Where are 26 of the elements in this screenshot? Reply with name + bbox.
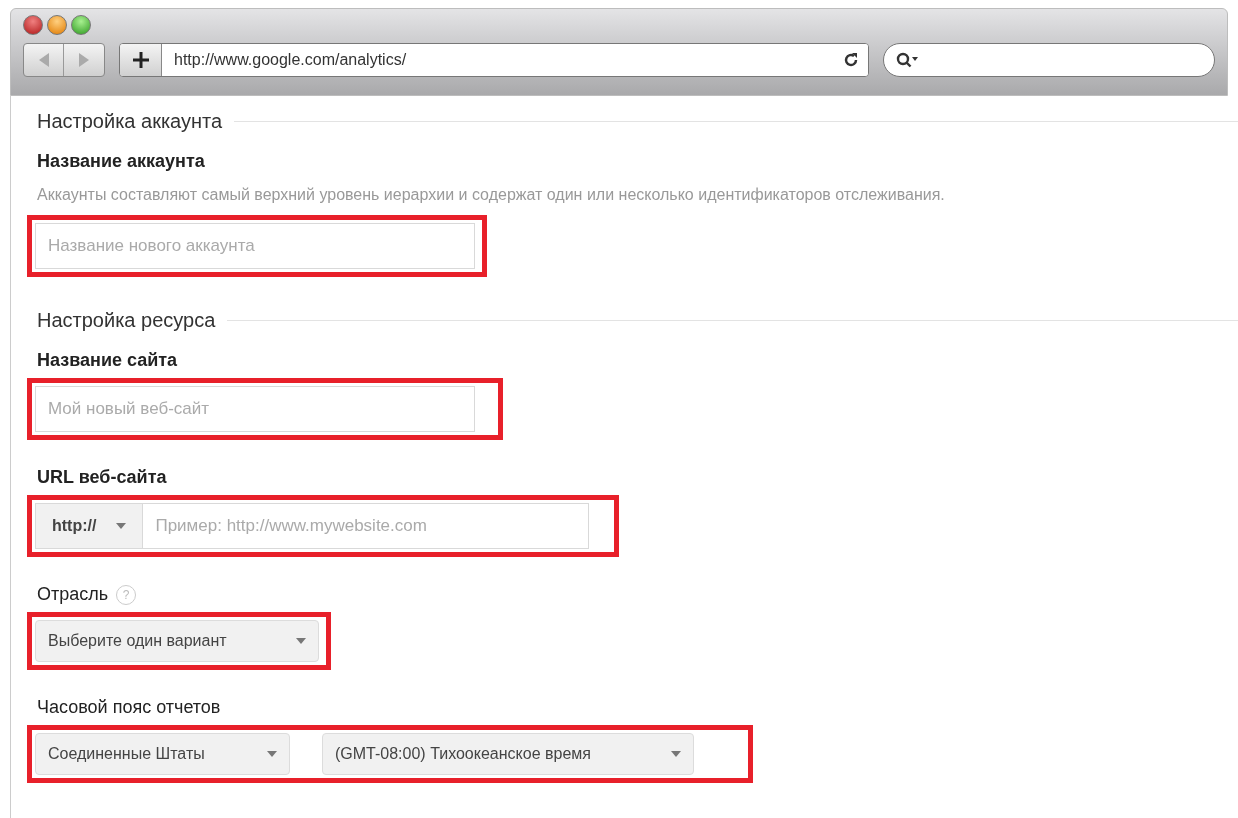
zoom-window-button[interactable] — [71, 15, 91, 35]
dropdown[interactable]: (GMT-08:00) Тихоокеанское время — [322, 733, 694, 775]
field-label: Часовой пояс отчетов — [37, 696, 221, 719]
field-label: URL веб-сайта — [37, 466, 167, 489]
search-icon — [896, 52, 918, 68]
protocol-dropdown[interactable]: http:// — [35, 503, 144, 549]
dropdown[interactable]: Соединенные Штаты — [35, 733, 290, 775]
field-label: Отрасль — [37, 583, 109, 606]
back-icon — [38, 53, 49, 67]
search-field[interactable] — [883, 43, 1215, 77]
caret-icon — [116, 523, 127, 529]
text-field[interactable]: Название нового аккаунта — [35, 223, 475, 269]
url-field[interactable]: Пример: http://www.mywebsite.com — [143, 503, 590, 549]
caret-icon — [296, 638, 306, 644]
field-label: Название аккаунта — [37, 150, 205, 173]
help-text: Аккаунты составляют самый верхний уровень иерархии и содержат один или несколько идентификаторов отслеживания. — [36, 185, 946, 205]
close-window-button[interactable] — [23, 15, 43, 35]
caret-icon — [671, 751, 681, 757]
forward-icon — [79, 53, 89, 67]
field-label: Название сайта — [37, 349, 178, 372]
text-field[interactable]: Мой новый веб-сайт — [35, 386, 475, 432]
dropdown[interactable]: Выберите один вариант — [35, 620, 319, 662]
caret-icon — [267, 751, 277, 757]
section-heading: Настройка ресурса — [37, 308, 216, 333]
section-heading: Настройка аккаунта — [37, 109, 223, 134]
minimize-window-button[interactable] — [47, 15, 67, 35]
